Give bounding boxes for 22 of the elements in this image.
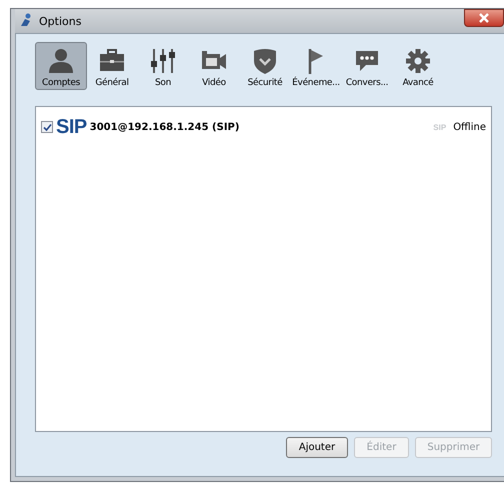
- sliders-icon: [149, 47, 177, 75]
- toolbar-tab[interactable]: Avancé: [392, 42, 444, 90]
- shield-icon: [251, 47, 279, 75]
- account-name: 3001@192.168.1.245 (SIP): [90, 122, 240, 132]
- window-title: Options: [39, 14, 82, 28]
- app-icon: [19, 12, 33, 26]
- toolbar-tab[interactable]: Sécurité: [239, 42, 291, 90]
- gear-icon: [404, 47, 432, 75]
- person-icon: [47, 47, 75, 75]
- close-button[interactable]: [464, 9, 504, 27]
- toolbar-tab[interactable]: Général: [86, 42, 138, 90]
- toolbar-tab[interactable]: Son: [137, 42, 189, 90]
- dialog-button[interactable]: Ajouter: [286, 437, 348, 458]
- toolbar-tab[interactable]: Vidéo: [188, 42, 240, 90]
- protocol-logo: SIP: [56, 117, 87, 137]
- toolbar-tab[interactable]: Convers...: [341, 42, 393, 90]
- close-icon: [478, 13, 490, 23]
- account-status: Offline: [453, 122, 486, 132]
- checkbox[interactable]: [41, 121, 53, 133]
- protocol-label: SIP: [433, 122, 446, 132]
- toolbar-tab[interactable]: Comptes: [35, 42, 87, 90]
- toolbar-tab[interactable]: Événeme...: [290, 42, 342, 90]
